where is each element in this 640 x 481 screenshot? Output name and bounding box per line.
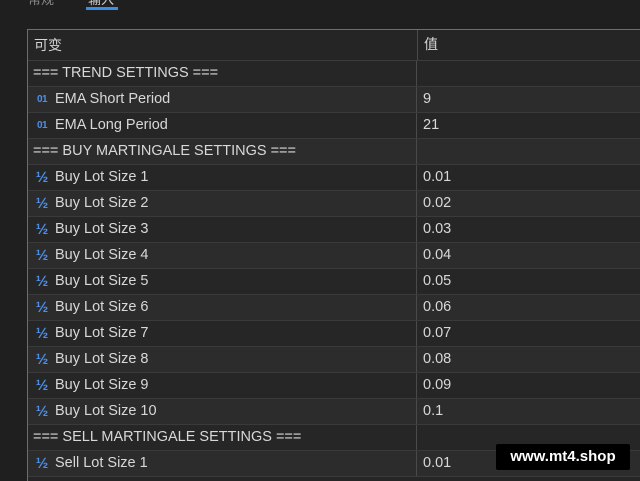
tab-bar: 常规 输入	[0, 0, 640, 28]
section-header-row[interactable]: === BUY MARTINGALE SETTINGS ===	[28, 139, 640, 165]
variable-label: Buy Lot Size 10	[55, 403, 157, 419]
double-type-icon: ½	[35, 455, 49, 472]
table-row[interactable]: ½ Buy Lot Size 4 0.04	[28, 243, 640, 269]
variable-label: Buy Lot Size 3	[55, 221, 149, 237]
variable-cell: 01 EMA Long Period	[28, 113, 417, 138]
double-type-icon: ½	[35, 273, 49, 290]
variable-label: Buy Lot Size 2	[55, 195, 149, 211]
variable-cell: ½ Buy Lot Size 5	[28, 269, 417, 294]
value-cell[interactable]: 0.02	[417, 191, 640, 216]
variable-cell: === TREND SETTINGS ===	[28, 61, 417, 86]
value-cell[interactable]: 0.09	[417, 373, 640, 398]
value-cell[interactable]: 21	[417, 113, 640, 138]
variable-label: Buy Lot Size 1	[55, 169, 149, 185]
value-cell[interactable]: 0.01	[417, 165, 640, 190]
variable-label: Buy Lot Size 9	[55, 377, 149, 393]
variable-label: EMA Short Period	[55, 91, 171, 107]
variable-label: EMA Long Period	[55, 117, 168, 133]
variable-column-header[interactable]: 可变	[28, 30, 418, 60]
variable-cell: ½ Sell Lot Size 1	[28, 451, 417, 476]
table-row[interactable]: ½ Buy Lot Size 5 0.05	[28, 269, 640, 295]
double-type-icon: ½	[35, 351, 49, 368]
variable-label: Buy Lot Size 6	[55, 299, 149, 315]
table-row[interactable]: ½ Buy Lot Size 7 0.07	[28, 321, 640, 347]
variable-label: === SELL MARTINGALE SETTINGS ===	[33, 429, 302, 445]
table-row[interactable]: ½ Buy Lot Size 2 0.02	[28, 191, 640, 217]
active-tab-indicator	[86, 7, 118, 10]
double-type-icon: ½	[35, 195, 49, 212]
value-cell[interactable]: 0.08	[417, 347, 640, 372]
section-header-row[interactable]: === TREND SETTINGS ===	[28, 61, 640, 87]
double-type-icon: ½	[35, 325, 49, 342]
variable-label: Buy Lot Size 7	[55, 325, 149, 341]
table-row[interactable]: ½ Buy Lot Size 10 0.1	[28, 399, 640, 425]
variable-label: Buy Lot Size 8	[55, 351, 149, 367]
variable-label: Buy Lot Size 5	[55, 273, 149, 289]
variable-cell: ½ Buy Lot Size 1	[28, 165, 417, 190]
value-cell[interactable]: 9	[417, 87, 640, 112]
variable-cell: ½ Buy Lot Size 2	[28, 191, 417, 216]
variable-cell: ½ Buy Lot Size 9	[28, 373, 417, 398]
inputs-table: 可变 值 === TREND SETTINGS === 01 EMA Short P…	[27, 29, 640, 481]
table-row[interactable]: ½ Buy Lot Size 1 0.01	[28, 165, 640, 191]
integer-type-icon: 01	[36, 94, 48, 105]
table-row[interactable]: ½ Buy Lot Size 9 0.09	[28, 373, 640, 399]
variable-cell: ½ Buy Lot Size 10	[28, 399, 417, 424]
value-cell	[417, 61, 640, 86]
watermark: www.mt4.shop	[496, 444, 630, 470]
variable-label: Sell Lot Size 1	[55, 455, 148, 471]
integer-type-icon: 01	[36, 120, 48, 131]
variable-cell: === SELL MARTINGALE SETTINGS ===	[28, 425, 417, 450]
variable-cell: ½ Buy Lot Size 8	[28, 347, 417, 372]
double-type-icon: ½	[35, 247, 49, 264]
table-row[interactable]: 01 EMA Long Period 21	[28, 113, 640, 139]
variable-cell: ½ Buy Lot Size 4	[28, 243, 417, 268]
variable-cell: ½ Buy Lot Size 7	[28, 321, 417, 346]
table-row[interactable]: ½ Buy Lot Size 6 0.06	[28, 295, 640, 321]
variable-cell: === BUY MARTINGALE SETTINGS ===	[28, 139, 417, 164]
variable-cell: ½ Buy Lot Size 6	[28, 295, 417, 320]
value-column-header[interactable]: 值	[418, 30, 640, 60]
double-type-icon: ½	[35, 403, 49, 420]
double-type-icon: ½	[35, 169, 49, 186]
table-row[interactable]: 01 EMA Short Period 9	[28, 87, 640, 113]
double-type-icon: ½	[35, 299, 49, 316]
table-row[interactable]: ½ Buy Lot Size 8 0.08	[28, 347, 640, 373]
value-cell[interactable]: 0.05	[417, 269, 640, 294]
variable-label: === BUY MARTINGALE SETTINGS ===	[33, 143, 296, 159]
variable-label: Buy Lot Size 4	[55, 247, 149, 263]
value-cell	[417, 139, 640, 164]
double-type-icon: ½	[35, 221, 49, 238]
value-cell[interactable]: 0.1	[417, 399, 640, 424]
tab-common[interactable]: 常规	[28, 0, 54, 8]
value-cell[interactable]: 0.04	[417, 243, 640, 268]
table-header: 可变 值	[28, 30, 640, 61]
value-cell[interactable]: 0.06	[417, 295, 640, 320]
double-type-icon: ½	[35, 377, 49, 394]
table-body: === TREND SETTINGS === 01 EMA Short Period…	[28, 61, 640, 477]
variable-label: === TREND SETTINGS ===	[33, 65, 219, 81]
variable-cell: 01 EMA Short Period	[28, 87, 417, 112]
value-cell[interactable]: 0.03	[417, 217, 640, 242]
value-cell[interactable]: 0.07	[417, 321, 640, 346]
variable-cell: ½ Buy Lot Size 3	[28, 217, 417, 242]
table-row[interactable]: ½ Buy Lot Size 3 0.03	[28, 217, 640, 243]
